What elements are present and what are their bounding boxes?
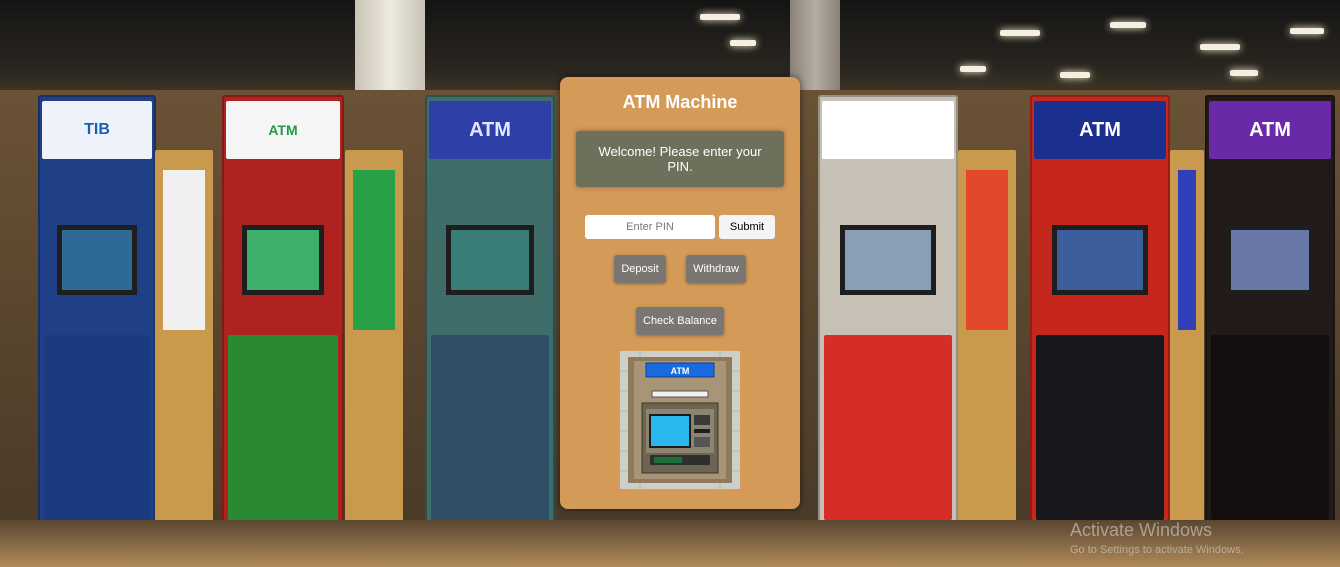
message-text: Welcome! Please enter your PIN. bbox=[598, 144, 762, 174]
message-box: Welcome! Please enter your PIN. bbox=[576, 131, 784, 187]
ceiling-light bbox=[1110, 22, 1146, 28]
kiosk-frame bbox=[345, 150, 403, 530]
ceiling-light bbox=[1230, 70, 1258, 76]
kiosk-sign: ATM bbox=[429, 101, 551, 159]
kiosk-sign-text: ATM bbox=[1249, 118, 1291, 141]
kiosk-frame bbox=[1170, 150, 1204, 530]
kiosk-sign-text: ATM bbox=[1079, 118, 1121, 141]
kiosk-sign: ATM bbox=[226, 101, 340, 159]
kiosk-screen bbox=[445, 225, 535, 295]
kiosk-body bbox=[1211, 335, 1329, 520]
submit-button[interactable]: Submit bbox=[719, 215, 775, 239]
ceiling-light bbox=[1000, 30, 1040, 36]
kiosk-screen bbox=[56, 225, 138, 295]
kiosk-body bbox=[228, 335, 338, 520]
kiosk-frame bbox=[958, 150, 1016, 530]
kiosk-body bbox=[824, 335, 952, 520]
frame-panel bbox=[353, 170, 395, 330]
atm-machine-image: ATM bbox=[620, 351, 740, 489]
ceiling-light bbox=[730, 40, 756, 46]
ceiling-light bbox=[700, 14, 740, 20]
atm-kiosk-teal: ATM bbox=[425, 95, 555, 530]
ceiling-light bbox=[1060, 72, 1090, 78]
kiosk-sign: ATM bbox=[1034, 101, 1166, 159]
atm-machine-illustration: ATM bbox=[620, 351, 740, 489]
kiosk-screen bbox=[840, 225, 936, 295]
windows-activation-watermark: Activate Windows Go to Settings to activ… bbox=[1070, 520, 1330, 556]
kiosk-sign: ATM bbox=[1209, 101, 1331, 159]
kiosk-sign-text: TIB bbox=[84, 121, 110, 138]
ceiling-light bbox=[1290, 28, 1324, 34]
kiosk-sign: TIB bbox=[42, 101, 152, 159]
check-balance-button[interactable]: Check Balance bbox=[636, 307, 724, 335]
kiosk-sign bbox=[822, 101, 954, 159]
deposit-button[interactable]: Deposit bbox=[614, 255, 666, 283]
atm-kiosk-white-red bbox=[818, 95, 958, 530]
watermark-subtitle: Go to Settings to activate Windows. bbox=[1070, 544, 1244, 556]
frame-panel bbox=[163, 170, 205, 330]
withdraw-button[interactable]: Withdraw bbox=[686, 255, 746, 283]
kiosk-sign-text: ATM bbox=[469, 118, 511, 141]
kiosk-screen bbox=[1052, 225, 1148, 295]
ceiling-light bbox=[1200, 44, 1240, 50]
kiosk-body bbox=[431, 335, 549, 520]
pillar bbox=[355, 0, 425, 100]
atm-kiosk-purple: ATM bbox=[1205, 95, 1335, 530]
kiosk-sign-text: ATM bbox=[268, 122, 298, 138]
atm-image-sign-text: ATM bbox=[671, 366, 690, 376]
frame-panel bbox=[1178, 170, 1196, 330]
kiosk-frame bbox=[155, 150, 213, 530]
frame-panel bbox=[966, 170, 1008, 330]
kiosk-body bbox=[1036, 335, 1164, 520]
atm-kiosk-red-green: ATM bbox=[222, 95, 344, 530]
atm-panel: ATM Machine Welcome! Please enter your P… bbox=[560, 77, 800, 509]
ceiling-light bbox=[960, 66, 986, 72]
atm-kiosk-blue: TIB bbox=[38, 95, 156, 530]
atm-kiosk-orange: ATM bbox=[1030, 95, 1170, 530]
watermark-title: Activate Windows bbox=[1070, 520, 1213, 540]
pin-input[interactable] bbox=[585, 215, 715, 239]
kiosk-screen bbox=[241, 225, 325, 295]
kiosk-body bbox=[44, 335, 150, 520]
atm-title: ATM Machine bbox=[622, 92, 738, 112]
kiosk-screen bbox=[1225, 225, 1315, 295]
